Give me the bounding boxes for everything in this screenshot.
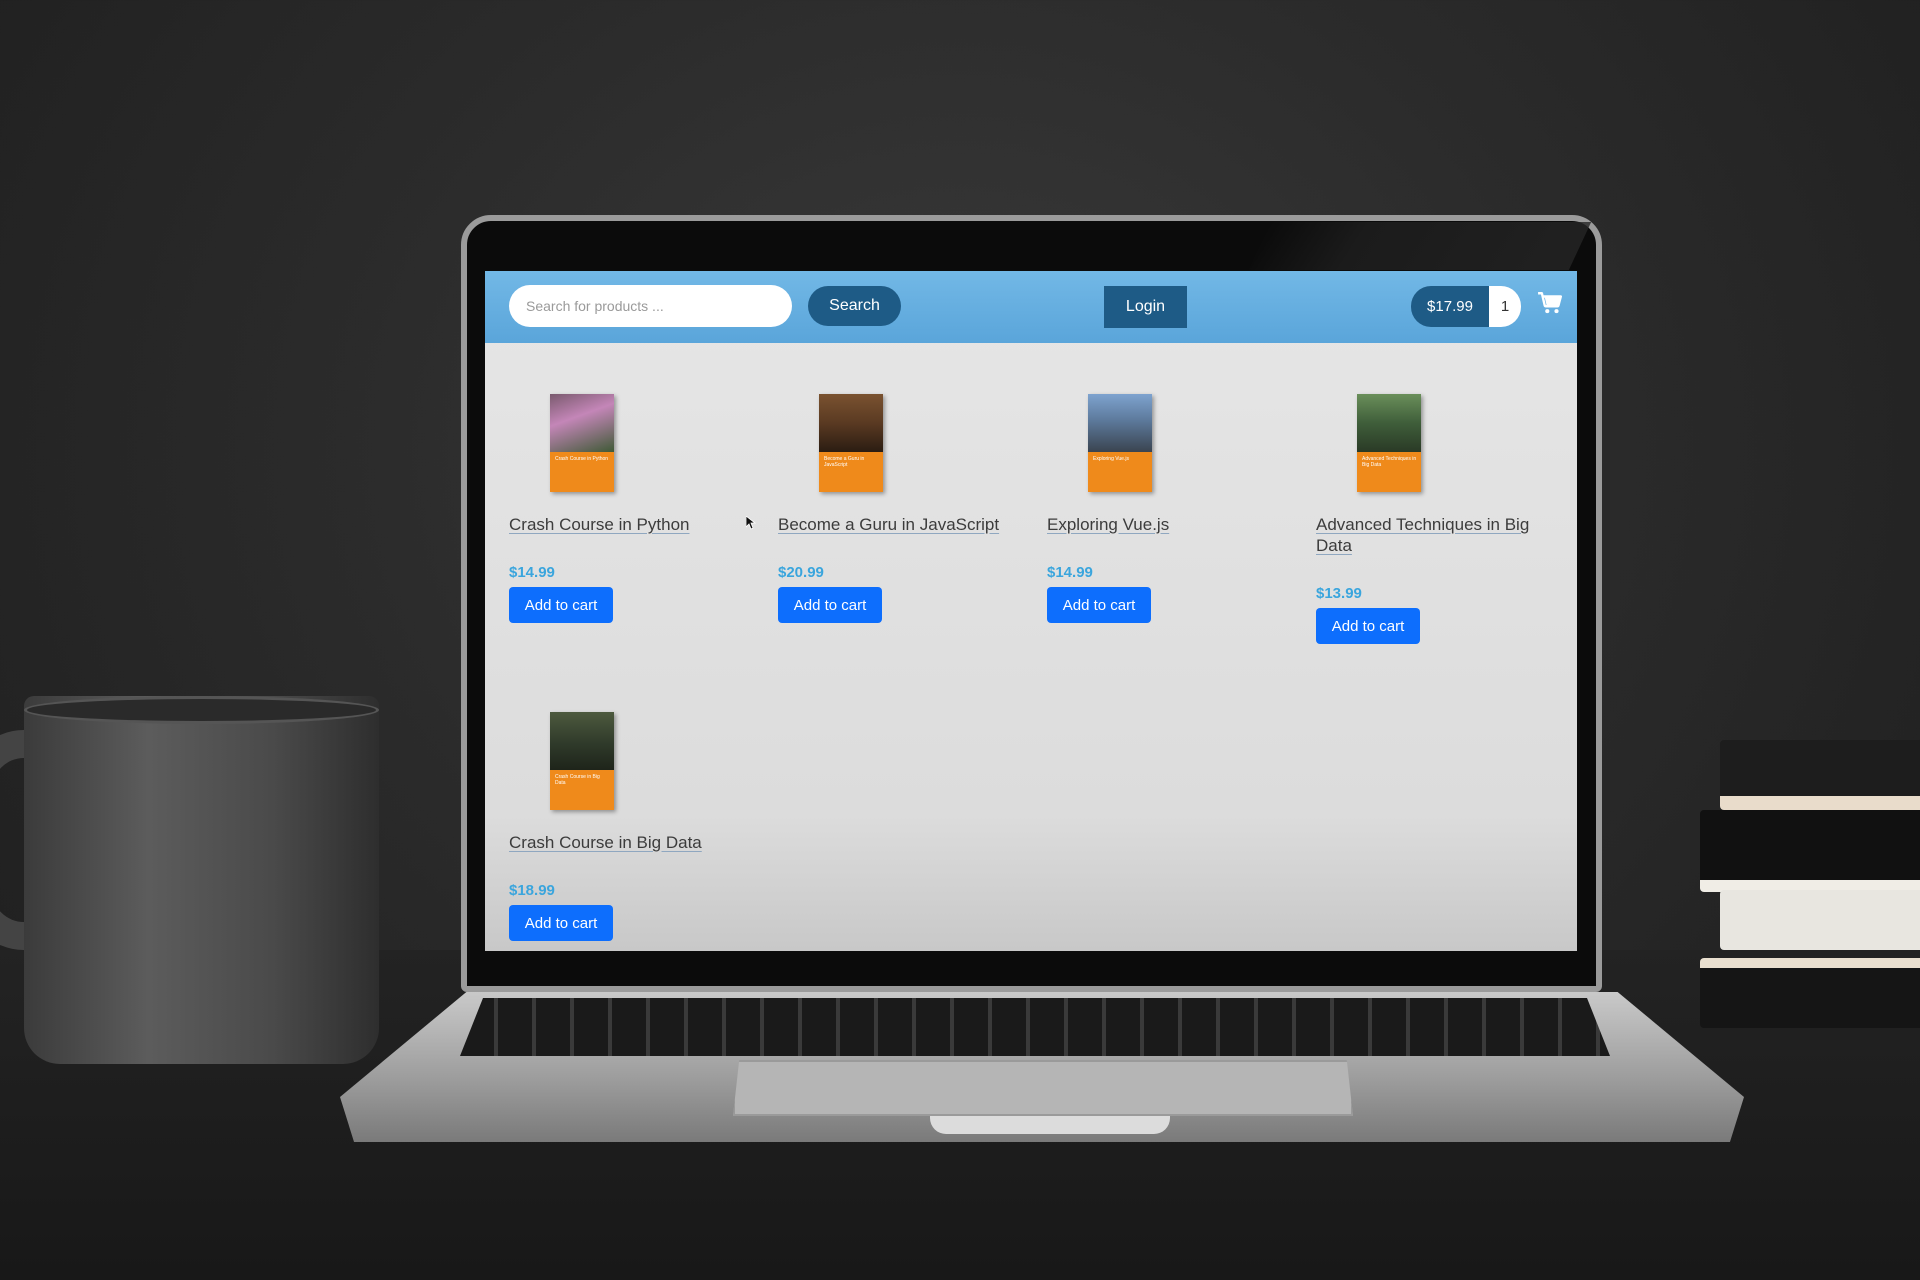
book-stack [1640, 700, 1920, 1040]
product-card: Exploring Vue.js Exploring Vue.js $14.99… [1047, 394, 1277, 624]
laptop-trackpad [733, 1060, 1353, 1116]
cart-summary[interactable]: $17.99 1 [1411, 286, 1521, 327]
laptop-lip [930, 1116, 1170, 1134]
product-price: $14.99 [509, 564, 555, 581]
book [1700, 958, 1920, 1028]
cover-photo [1357, 394, 1421, 452]
book-cover-image[interactable]: Crash Course in Python [550, 394, 614, 492]
product-price: $20.99 [778, 564, 824, 581]
product-card: Advanced Techniques in Big Data Advanced… [1316, 394, 1546, 644]
product-title-link[interactable]: Advanced Techniques in Big Data [1316, 514, 1546, 556]
product-title-link[interactable]: Exploring Vue.js [1047, 514, 1277, 535]
book-cover-image[interactable]: Become a Guru in JavaScript [819, 394, 883, 492]
mouse-pointer-icon [746, 516, 756, 530]
cart-total[interactable]: $17.99 [1411, 286, 1489, 327]
shopping-cart-icon[interactable] [1537, 290, 1563, 316]
bezel-reflection [1248, 222, 1592, 270]
cover-title: Crash Course in Python [555, 456, 609, 462]
product-title-link[interactable]: Crash Course in Python [509, 514, 739, 535]
book-cover-image[interactable]: Exploring Vue.js [1088, 394, 1152, 492]
book [1720, 740, 1920, 810]
product-title-link[interactable]: Become a Guru in JavaScript [778, 514, 1008, 535]
cover-title: Become a Guru in JavaScript [824, 456, 865, 468]
search-input[interactable] [509, 285, 792, 327]
add-to-cart-button[interactable]: Add to cart [509, 905, 613, 941]
cover-photo [550, 394, 614, 452]
book-cover-image[interactable]: Advanced Techniques in Big Data [1357, 394, 1421, 492]
add-to-cart-button[interactable]: Add to cart [1316, 608, 1420, 644]
book [1720, 890, 1920, 950]
add-to-cart-button[interactable]: Add to cart [778, 587, 882, 623]
cover-photo [1088, 394, 1152, 452]
product-price: $13.99 [1316, 585, 1362, 602]
cover-photo [819, 394, 883, 452]
search-button[interactable]: Search [808, 286, 901, 326]
product-card: Become a Guru in JavaScript Become a Gur… [778, 394, 1008, 624]
login-button[interactable]: Login [1104, 286, 1187, 328]
laptop-keyboard [460, 998, 1610, 1056]
laptop-screen: Search Login $17.99 1 Crash Course in Py… [485, 271, 1577, 951]
mug-rim [24, 696, 379, 724]
cover-title: Exploring Vue.js [1093, 456, 1129, 462]
product-card: Crash Course in Python Crash Course in P… [509, 394, 739, 624]
cover-title: Advanced Techniques in Big Data [1362, 456, 1417, 468]
cover-photo [550, 712, 614, 770]
cover-title: Crash Course in Big Data [555, 774, 600, 786]
book-cover-image[interactable]: Crash Course in Big Data [550, 712, 614, 810]
product-price: $14.99 [1047, 564, 1093, 581]
coffee-mug [0, 696, 379, 1064]
book [1700, 810, 1920, 892]
product-card: Crash Course in Big Data Crash Course in… [509, 712, 739, 942]
add-to-cart-button[interactable]: Add to cart [1047, 587, 1151, 623]
product-price: $18.99 [509, 882, 555, 899]
product-title-link[interactable]: Crash Course in Big Data [509, 832, 739, 853]
top-navbar: Search Login $17.99 1 [485, 271, 1577, 343]
add-to-cart-button[interactable]: Add to cart [509, 587, 613, 623]
cart-count-badge[interactable]: 1 [1489, 286, 1521, 327]
mug-body [24, 696, 379, 1064]
